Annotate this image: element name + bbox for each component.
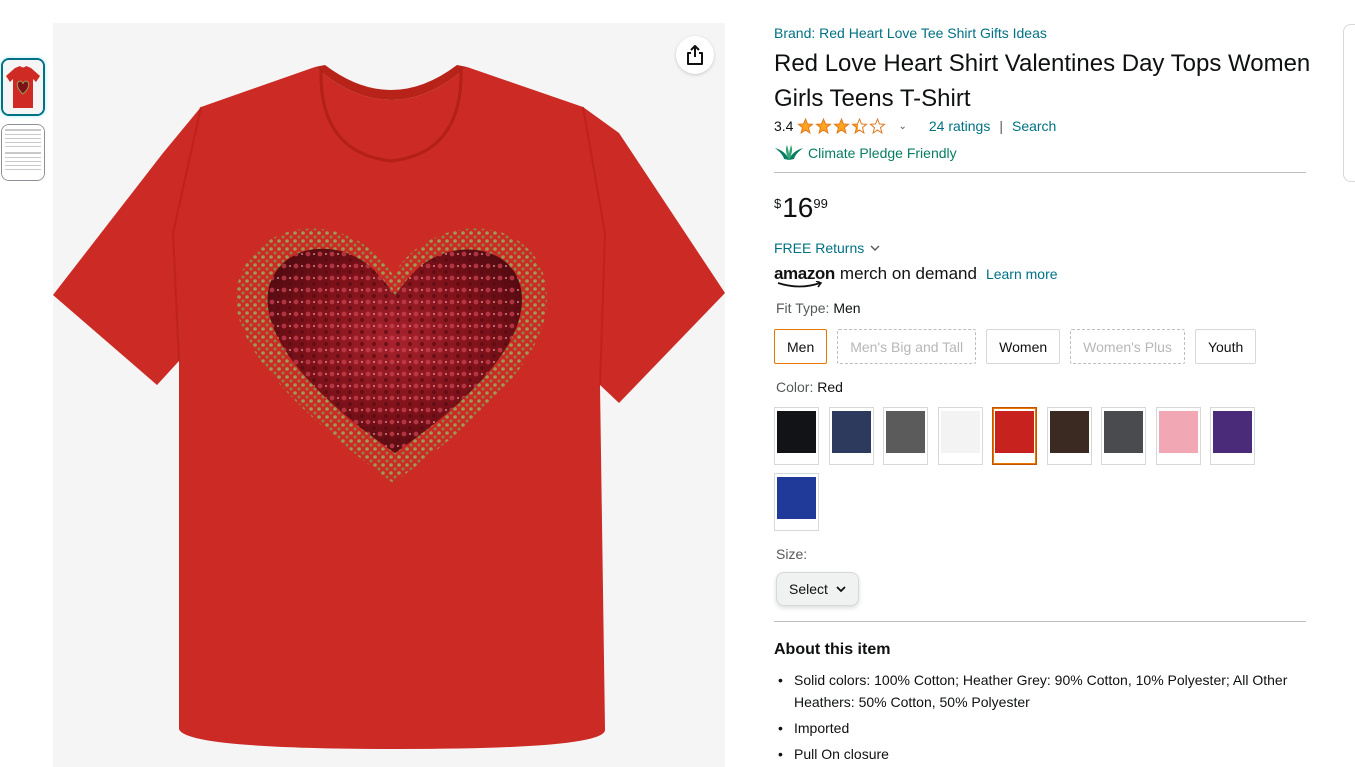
thumbnail-shirt[interactable]	[1, 58, 45, 116]
fit-type-options: Men Men's Big and Tall Women Women's Plus Yo…	[774, 329, 1306, 364]
color-swatch[interactable]	[1210, 407, 1255, 465]
price-symbol: $	[774, 196, 782, 211]
about-bullet: Imported	[778, 717, 1308, 739]
color-label: Color:	[776, 379, 814, 395]
buy-box-panel	[1343, 24, 1355, 182]
fit-type-option[interactable]: Women's Plus	[1070, 329, 1185, 364]
color-swatch[interactable]	[774, 407, 819, 465]
climate-pledge-icon	[775, 145, 803, 160]
price-whole: 16	[782, 192, 814, 223]
divider	[774, 172, 1306, 173]
amazon-smile-icon	[777, 281, 823, 288]
fit-type-value: Men	[833, 300, 861, 316]
fit-type-option[interactable]: Women	[986, 329, 1061, 364]
amazon-logo: amazon	[774, 264, 835, 288]
color-chip	[1158, 411, 1198, 453]
free-returns-link[interactable]: FREE Returns	[774, 239, 1306, 257]
color-chip	[831, 411, 871, 453]
rating-stars[interactable]	[797, 118, 887, 134]
color-swatch[interactable]	[1046, 407, 1092, 465]
fit-type-option[interactable]: Men's Big and Tall	[837, 329, 977, 364]
star-icon	[797, 118, 815, 134]
about-bullets: Solid colors: 100% Cotton; Heather Grey:…	[778, 669, 1308, 767]
color-chip	[1213, 411, 1252, 453]
color-swatch[interactable]	[992, 407, 1037, 465]
color-swatch[interactable]	[937, 407, 983, 465]
brand-link[interactable]: Brand: Red Heart Love Tee Shirt Gifts Id…	[774, 25, 1306, 41]
color-swatch[interactable]	[1101, 407, 1146, 465]
fit-type-label-row: Fit Type: Men	[776, 300, 1308, 316]
merch-on-demand-label: merch on demand	[839, 264, 977, 283]
about-bullet: Solid colors: 100% Cotton; Heather Grey:…	[778, 669, 1308, 713]
merch-on-demand: amazon merch on demand Learn more	[774, 263, 1306, 288]
search-link[interactable]: Search	[1012, 118, 1056, 134]
separator: |	[999, 118, 1003, 134]
color-label-row: Color: Red	[776, 379, 1308, 395]
thumbnail-size-chart-image	[2, 125, 44, 180]
color-chip	[1049, 411, 1089, 453]
climate-pledge-label: Climate Pledge Friendly	[808, 145, 957, 161]
chevron-down-icon	[836, 585, 846, 592]
share-button[interactable]	[676, 36, 714, 74]
color-swatch[interactable]	[828, 407, 874, 465]
star-icon	[833, 118, 851, 134]
thumbnail-shirt-image	[3, 60, 43, 114]
fit-type-option[interactable]: Men	[774, 329, 828, 364]
color-chip	[1104, 411, 1143, 453]
rating-chevron-down-icon[interactable]: ⌄	[898, 121, 906, 132]
color-swatch[interactable]	[774, 473, 819, 531]
rating-value: 3.4	[774, 118, 794, 134]
about-title: About this item	[774, 641, 891, 658]
color-chip	[777, 411, 816, 453]
product-image[interactable]	[53, 23, 725, 767]
color-chip	[777, 477, 816, 519]
price-fraction: 99	[813, 196, 828, 211]
chevron-down-icon	[870, 245, 880, 251]
thumbnail-size-chart[interactable]	[1, 124, 45, 181]
rating-row: 3.4 ⌄ 24 ratings | Search	[774, 117, 1306, 135]
size-label-row: Size:	[776, 546, 1308, 562]
red-tshirt-image	[53, 23, 725, 767]
divider	[774, 621, 1306, 622]
color-value: Red	[817, 379, 843, 395]
climate-pledge-badge[interactable]: Climate Pledge Friendly	[774, 144, 1306, 162]
share-icon	[687, 45, 703, 65]
color-chip	[940, 411, 980, 453]
price: $ 16 99	[774, 192, 1306, 224]
color-chip	[886, 411, 925, 453]
fit-type-option[interactable]: Youth	[1194, 329, 1257, 364]
size-select[interactable]: Select	[776, 572, 859, 606]
color-chip	[995, 411, 1034, 453]
star-icon	[851, 118, 869, 134]
star-icon	[869, 118, 887, 134]
product-title: Red Love Heart Shirt Valentines Day Tops…	[774, 50, 1311, 112]
color-swatch[interactable]	[1155, 407, 1201, 465]
learn-more-link[interactable]: Learn more	[986, 266, 1058, 282]
free-returns-label: FREE Returns	[774, 240, 865, 256]
fit-type-label: Fit Type:	[776, 300, 830, 316]
color-swatch[interactable]	[883, 407, 928, 465]
ratings-count-link[interactable]: 24 ratings	[929, 118, 990, 134]
star-icon	[815, 118, 833, 134]
about-bullet: Pull On closure	[778, 743, 1308, 765]
size-label: Size:	[776, 546, 808, 562]
size-select-label: Select	[789, 581, 828, 597]
